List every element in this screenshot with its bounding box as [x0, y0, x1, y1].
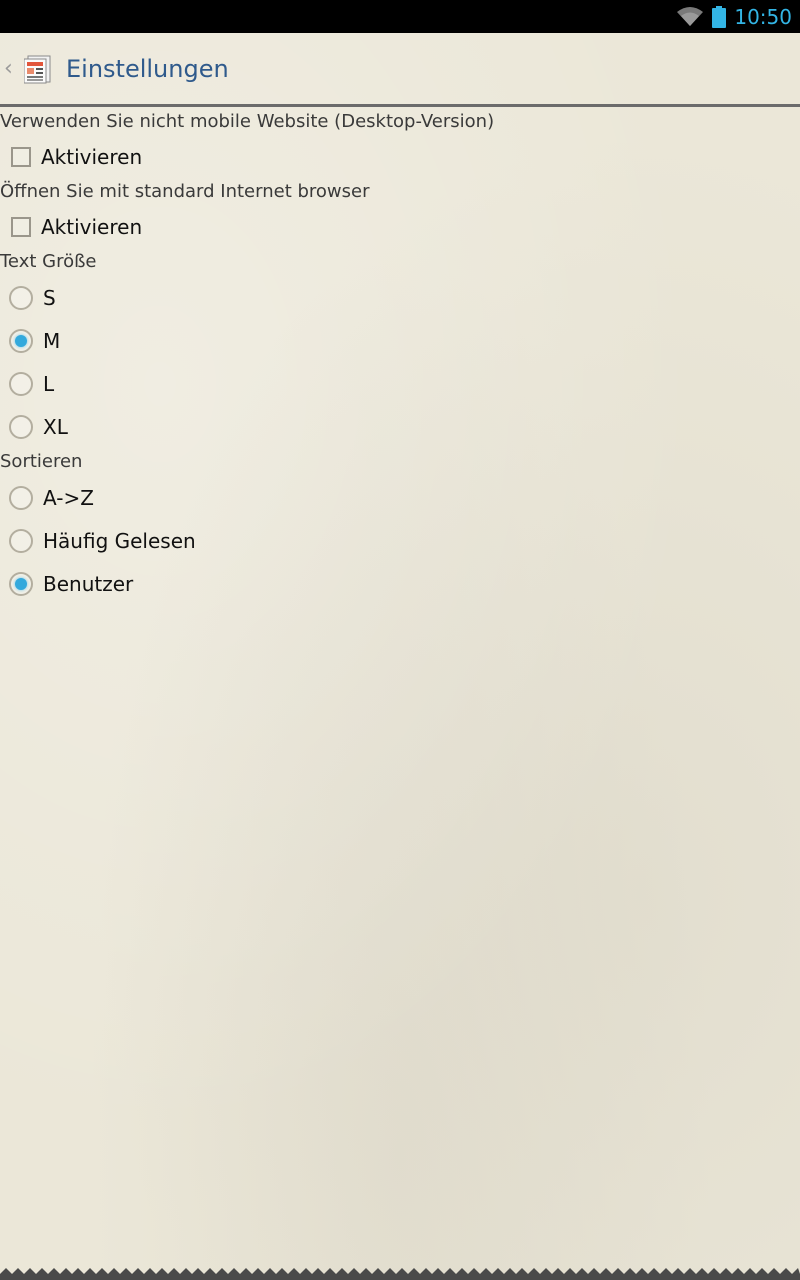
back-caret-icon: ‹ — [4, 56, 13, 81]
text-size-radio-xl[interactable] — [9, 414, 33, 439]
sort-option-a-z[interactable]: A->Z — [0, 476, 800, 519]
text-size-option-label: M — [43, 328, 61, 353]
sort-option-frequently-read[interactable]: Häufig Gelesen — [0, 519, 800, 562]
default-browser-checkbox-row[interactable]: Aktivieren — [0, 206, 800, 248]
desktop-version-label: Verwenden Sie nicht mobile Website (Desk… — [0, 111, 495, 132]
text-size-option-label: L — [43, 371, 55, 396]
text-size-radio-s[interactable] — [9, 285, 33, 310]
page-title: Einstellungen — [66, 55, 229, 83]
desktop-version-checkbox[interactable] — [11, 147, 31, 167]
sort-radio-a-z[interactable] — [9, 485, 33, 510]
text-size-option-l[interactable]: L — [0, 362, 800, 405]
settings-list: Verwenden Sie nicht mobile Website (Desk… — [0, 108, 800, 605]
wifi-icon — [676, 6, 704, 28]
action-bar-divider — [0, 104, 800, 107]
clock: 10:50 — [734, 4, 792, 29]
sort-option-user[interactable]: Benutzer — [0, 562, 800, 605]
sort-label: Sortieren — [0, 451, 83, 472]
battery-icon — [712, 5, 727, 28]
text-size-option-s[interactable]: S — [0, 276, 800, 319]
text-size-option-m[interactable]: M — [0, 319, 800, 362]
torn-edge-decoration — [0, 1268, 800, 1280]
sort-option-label: Häufig Gelesen — [43, 528, 196, 553]
text-size-label: Text Größe — [0, 251, 97, 272]
text-size-option-label: XL — [43, 414, 68, 439]
status-bar: 10:50 — [0, 0, 800, 33]
action-bar: ‹ Einstellungen — [0, 33, 800, 105]
text-size-radio-l[interactable] — [9, 371, 33, 396]
default-browser-checkbox[interactable] — [11, 217, 31, 237]
text-size-radio-m[interactable] — [9, 328, 33, 353]
sort-option-label: A->Z — [43, 485, 94, 510]
app-news-icon — [24, 54, 54, 84]
default-browser-option-label: Aktivieren — [41, 215, 143, 239]
sort-option-label: Benutzer — [43, 571, 134, 596]
sort-radio-frequently-read[interactable] — [9, 528, 33, 553]
desktop-version-checkbox-row[interactable]: Aktivieren — [0, 136, 800, 178]
desktop-version-option-label: Aktivieren — [41, 145, 143, 169]
text-size-option-xl[interactable]: XL — [0, 405, 800, 448]
default-browser-label: Öffnen Sie mit standard Internet browser — [0, 181, 370, 202]
up-navigation-button[interactable]: ‹ Einstellungen — [0, 33, 229, 105]
text-size-option-label: S — [43, 285, 56, 310]
sort-radio-user[interactable] — [9, 571, 33, 596]
